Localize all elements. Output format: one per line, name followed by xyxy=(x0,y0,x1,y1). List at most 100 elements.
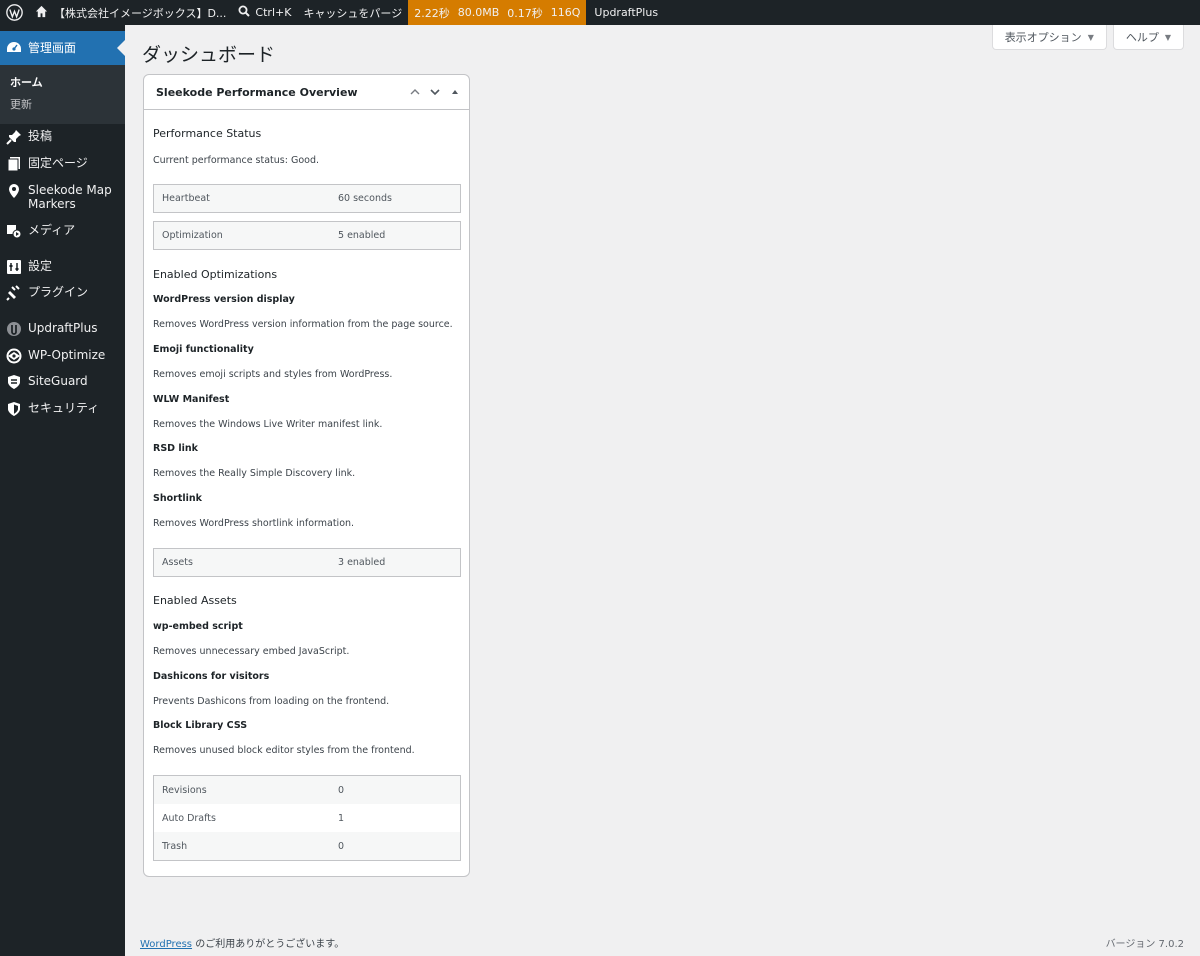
sidebar-item-dashboard[interactable]: 管理画面 xyxy=(0,31,125,65)
sidebar-item-label: WP-Optimize xyxy=(28,348,106,362)
assets-label: Assets xyxy=(162,557,193,568)
sidebar-item-label: プラグイン xyxy=(28,285,89,299)
table-row: Auto Drafts 1 xyxy=(154,804,460,832)
heartbeat-table: Heartbeat 60 seconds xyxy=(153,184,461,213)
widget-controls xyxy=(407,84,463,100)
screen-options-button[interactable]: 表示オプション ▼ xyxy=(991,25,1107,50)
table-row: Optimization 5 enabled xyxy=(154,222,460,249)
help-label: ヘルプ xyxy=(1125,31,1159,44)
widget-header: Sleekode Performance Overview xyxy=(144,75,469,110)
settings-icon xyxy=(6,259,22,275)
assets-table: Assets 3 enabled xyxy=(153,548,461,577)
sidebar-item-settings[interactable]: 設定 xyxy=(0,259,52,275)
revisions-value: 0 xyxy=(338,784,345,796)
shield-icon xyxy=(6,401,22,417)
move-down-icon[interactable] xyxy=(427,84,443,100)
search-icon xyxy=(238,5,255,20)
sidebar-item-label: 投稿 xyxy=(28,129,53,143)
admin-sidebar: 管理画面 ホーム 更新 投稿 固定ページ Sleekode Map Marker… xyxy=(0,25,125,956)
siteguard-icon xyxy=(6,374,22,390)
optimization-desc: Removes the Windows Live Writer manifest… xyxy=(153,419,383,430)
search-shortcut-label: Ctrl+K xyxy=(255,6,292,19)
site-name: 【株式会社イメージボックス】D... xyxy=(54,6,227,20)
caret-down-icon: ▼ xyxy=(1164,32,1171,42)
collapse-toggle-icon[interactable] xyxy=(447,84,463,100)
optimization-name: WordPress version display xyxy=(153,294,295,305)
main-content: 表示オプション ▼ ヘルプ ▼ ダッシュボード Sleekode Perform… xyxy=(125,25,1200,956)
optimization-table: Optimization 5 enabled xyxy=(153,221,461,250)
sidebar-item-label: UpdraftPlus xyxy=(28,321,98,335)
caret-down-icon: ▼ xyxy=(1087,32,1094,42)
help-button[interactable]: ヘルプ ▼ xyxy=(1112,25,1184,50)
submenu-item-updates[interactable]: 更新 xyxy=(0,94,125,116)
page-time: 2.22秒 xyxy=(414,6,450,20)
database-table: Revisions 0 Auto Drafts 1 Trash 0 xyxy=(153,775,461,861)
sidebar-item-wp-optimize[interactable]: WP-Optimize xyxy=(0,348,105,364)
sidebar-item-security[interactable]: セキュリティ xyxy=(0,401,99,417)
footer-version: バージョン 7.0.2 xyxy=(1105,939,1184,950)
location-pin-icon xyxy=(6,183,22,199)
optimizations-heading: Enabled Optimizations xyxy=(153,268,278,281)
query-count: 116Q xyxy=(550,6,581,19)
query-monitor-stats[interactable]: 2.22秒 80.0MB 0.17秒 116Q xyxy=(408,0,587,25)
memory-usage: 80.0MB xyxy=(457,6,500,19)
wordpress-link[interactable]: WordPress xyxy=(140,939,192,950)
optimization-name: Emoji functionality xyxy=(153,344,254,355)
sidebar-item-posts[interactable]: 投稿 xyxy=(0,129,52,145)
wordpress-logo-icon[interactable] xyxy=(1,0,27,25)
sidebar-item-media[interactable]: メディア xyxy=(0,223,75,239)
move-up-icon[interactable] xyxy=(407,84,423,100)
trash-label: Trash xyxy=(162,840,188,852)
updraftplus-menu[interactable]: UpdraftPlus xyxy=(586,0,664,25)
sidebar-item-updraftplus[interactable]: UpdraftPlus xyxy=(0,321,97,337)
dashboard-submenu: ホーム 更新 xyxy=(0,65,125,124)
updraftplus-icon xyxy=(6,321,22,337)
footer-thanks: WordPress のご利用ありがとうございます。 xyxy=(140,935,344,950)
home-icon xyxy=(35,5,54,21)
sidebar-item-label: 設定 xyxy=(28,259,53,273)
asset-desc: Removes unnecessary embed JavaScript. xyxy=(153,646,350,657)
optimization-name: RSD link xyxy=(153,443,198,454)
performance-overview-widget: Sleekode Performance Overview Performanc… xyxy=(143,74,470,877)
screen-meta-links: 表示オプション ▼ ヘルプ ▼ xyxy=(991,25,1184,50)
heartbeat-label: Heartbeat xyxy=(162,193,210,204)
optimization-desc: Removes WordPress shortlink information. xyxy=(153,518,355,529)
sidebar-item-plugins[interactable]: プラグイン xyxy=(0,285,88,301)
assets-heading: Enabled Assets xyxy=(153,594,237,607)
sidebar-item-label: メディア xyxy=(28,223,76,237)
search-shortcut-button[interactable]: Ctrl+K xyxy=(232,0,297,25)
asset-name: Block Library CSS xyxy=(153,720,248,731)
purge-cache-button[interactable]: キャッシュをパージ xyxy=(297,0,408,25)
sidebar-item-label: 固定ページ xyxy=(28,156,88,170)
sidebar-item-label: 管理画面 xyxy=(28,41,77,55)
screen-options-label: 表示オプション xyxy=(1004,31,1082,44)
pages-icon xyxy=(6,156,22,172)
table-row: Revisions 0 xyxy=(154,776,460,804)
sidebar-item-label: SiteGuard xyxy=(28,374,88,388)
asset-desc: Prevents Dashicons from loading on the f… xyxy=(153,696,390,707)
table-row: Assets 3 enabled xyxy=(154,549,460,576)
admin-bar: 【株式会社イメージボックス】D... Ctrl+K キャッシュをパージ 2.22… xyxy=(0,0,1200,25)
optimization-name: WLW Manifest xyxy=(153,394,230,405)
optimization-desc: Removes emoji scripts and styles from Wo… xyxy=(153,369,393,380)
table-row: Trash 0 xyxy=(154,832,460,860)
trash-value: 0 xyxy=(338,840,345,852)
site-name-link[interactable]: 【株式会社イメージボックス】D... xyxy=(27,0,232,25)
sidebar-item-pages[interactable]: 固定ページ xyxy=(0,156,88,172)
asset-name: Dashicons for visitors xyxy=(153,671,270,682)
optimization-desc: Removes WordPress version information fr… xyxy=(153,319,453,330)
heartbeat-value: 60 seconds xyxy=(338,193,392,204)
optimization-name: Shortlink xyxy=(153,493,202,504)
page-title: ダッシュボード xyxy=(142,44,276,66)
optimization-value: 5 enabled xyxy=(338,230,386,241)
revisions-label: Revisions xyxy=(162,784,207,796)
submenu-item-home[interactable]: ホーム xyxy=(0,72,125,94)
media-icon xyxy=(6,223,22,239)
auto-drafts-value: 1 xyxy=(338,812,345,824)
table-row: Heartbeat 60 seconds xyxy=(154,185,460,212)
sidebar-item-map-markers[interactable]: Sleekode Map Markers xyxy=(0,183,118,211)
sidebar-item-label: セキュリティ xyxy=(28,401,100,415)
sidebar-item-siteguard[interactable]: SiteGuard xyxy=(0,374,88,390)
wp-optimize-icon xyxy=(6,348,22,364)
status-text: Current performance status: Good. xyxy=(153,155,320,166)
